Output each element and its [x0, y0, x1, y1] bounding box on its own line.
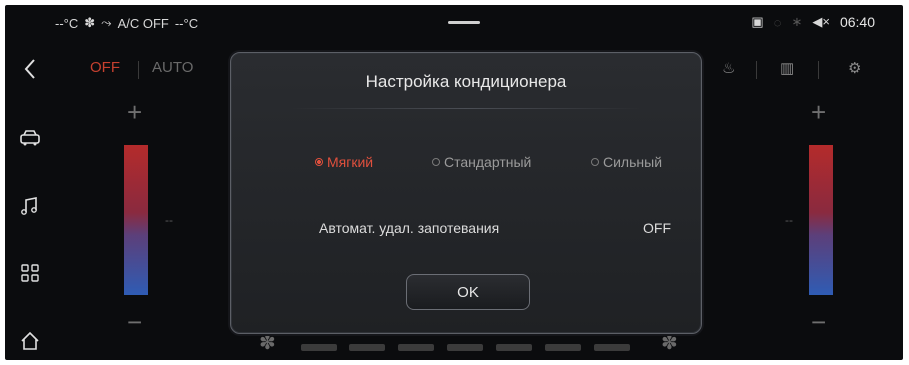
- dialog-title: Настройка кондиционера: [365, 72, 567, 91]
- ok-button[interactable]: OK: [406, 274, 530, 310]
- auto-defog-toggle[interactable]: OFF: [643, 220, 671, 236]
- mode-options: Мягкий Стандартный Сильный: [315, 154, 681, 176]
- home-icon[interactable]: [17, 328, 43, 354]
- status-right: ▣ ◌ ∗ ◀× 06:40: [751, 14, 875, 30]
- status-left: --°C ✽ ⤳ A/C OFF --°C: [55, 15, 198, 31]
- left-temp-value: --: [165, 213, 173, 227]
- radio-icon: [432, 158, 440, 166]
- right-temp-minus[interactable]: −: [811, 307, 826, 338]
- fan-icon: ✽: [84, 15, 96, 30]
- right-temp-value: --: [785, 213, 793, 227]
- auto-defog-row[interactable]: Автомат. удал. запотевания OFF: [319, 220, 671, 240]
- status-bar: --°C ✽ ⤳ A/C OFF --°C ▣ ◌ ∗ ◀× 06:40: [5, 5, 903, 39]
- fan-segment[interactable]: [594, 344, 630, 351]
- rear-defrost-icon[interactable]: ♨: [722, 59, 735, 77]
- dialog-divider: [289, 108, 643, 109]
- apps-icon[interactable]: [17, 260, 43, 286]
- bluetooth-icon: ∗: [791, 14, 803, 29]
- loading-icon: ◌: [773, 14, 782, 30]
- fan-segment[interactable]: [447, 344, 483, 351]
- music-icon[interactable]: [17, 193, 43, 219]
- fan-segment[interactable]: [398, 344, 434, 351]
- option-label: Сильный: [603, 154, 663, 170]
- airflow-icon: ⤳: [101, 15, 112, 30]
- separator: [818, 61, 819, 79]
- right-temp-bar[interactable]: [809, 145, 833, 295]
- left-temperature: --°C: [55, 15, 79, 31]
- back-icon[interactable]: [17, 56, 43, 82]
- fan-segment[interactable]: [349, 344, 385, 351]
- window-heat-icon[interactable]: ▥: [780, 59, 794, 77]
- left-temp-minus[interactable]: −: [127, 307, 142, 338]
- separator: [756, 61, 757, 79]
- hvac-screen: --°C ✽ ⤳ A/C OFF --°C ▣ ◌ ∗ ◀× 06:40 OFF…: [5, 5, 903, 360]
- right-temperature: --°C: [174, 15, 199, 31]
- ac-settings-dialog: Настройка кондиционера Мягкий Стандартны…: [230, 52, 702, 334]
- radio-icon: [591, 158, 599, 166]
- right-temp-plus[interactable]: +: [811, 97, 826, 128]
- fan-segment[interactable]: [545, 344, 581, 351]
- option-label: Мягкий: [327, 154, 374, 170]
- auto-defog-label: Автомат. удал. запотевания: [319, 220, 500, 236]
- mode-option-strong[interactable]: Сильный: [591, 154, 662, 170]
- left-temp-bar[interactable]: [124, 145, 148, 295]
- power-off-button[interactable]: OFF: [90, 59, 120, 76]
- left-temp-plus[interactable]: +: [127, 97, 142, 128]
- car-icon[interactable]: [17, 125, 43, 151]
- fan-segment[interactable]: [301, 344, 337, 351]
- mute-icon: ◀×: [812, 14, 830, 29]
- option-label: Стандартный: [444, 154, 532, 170]
- camera-icon: ▣: [751, 14, 764, 29]
- auto-button[interactable]: AUTO: [152, 59, 193, 76]
- mode-option-standard[interactable]: Стандартный: [432, 154, 531, 170]
- drag-handle[interactable]: [448, 21, 480, 24]
- ac-status: A/C OFF: [117, 15, 169, 31]
- fan-segment[interactable]: [496, 344, 532, 351]
- fan-speed-bar[interactable]: [263, 338, 693, 354]
- mode-option-soft[interactable]: Мягкий: [315, 154, 373, 170]
- clock: 06:40: [839, 14, 875, 30]
- left-nav: [5, 45, 55, 360]
- settings-icon[interactable]: ⚙: [848, 59, 861, 77]
- radio-selected-icon: [315, 158, 323, 166]
- separator: [138, 61, 139, 79]
